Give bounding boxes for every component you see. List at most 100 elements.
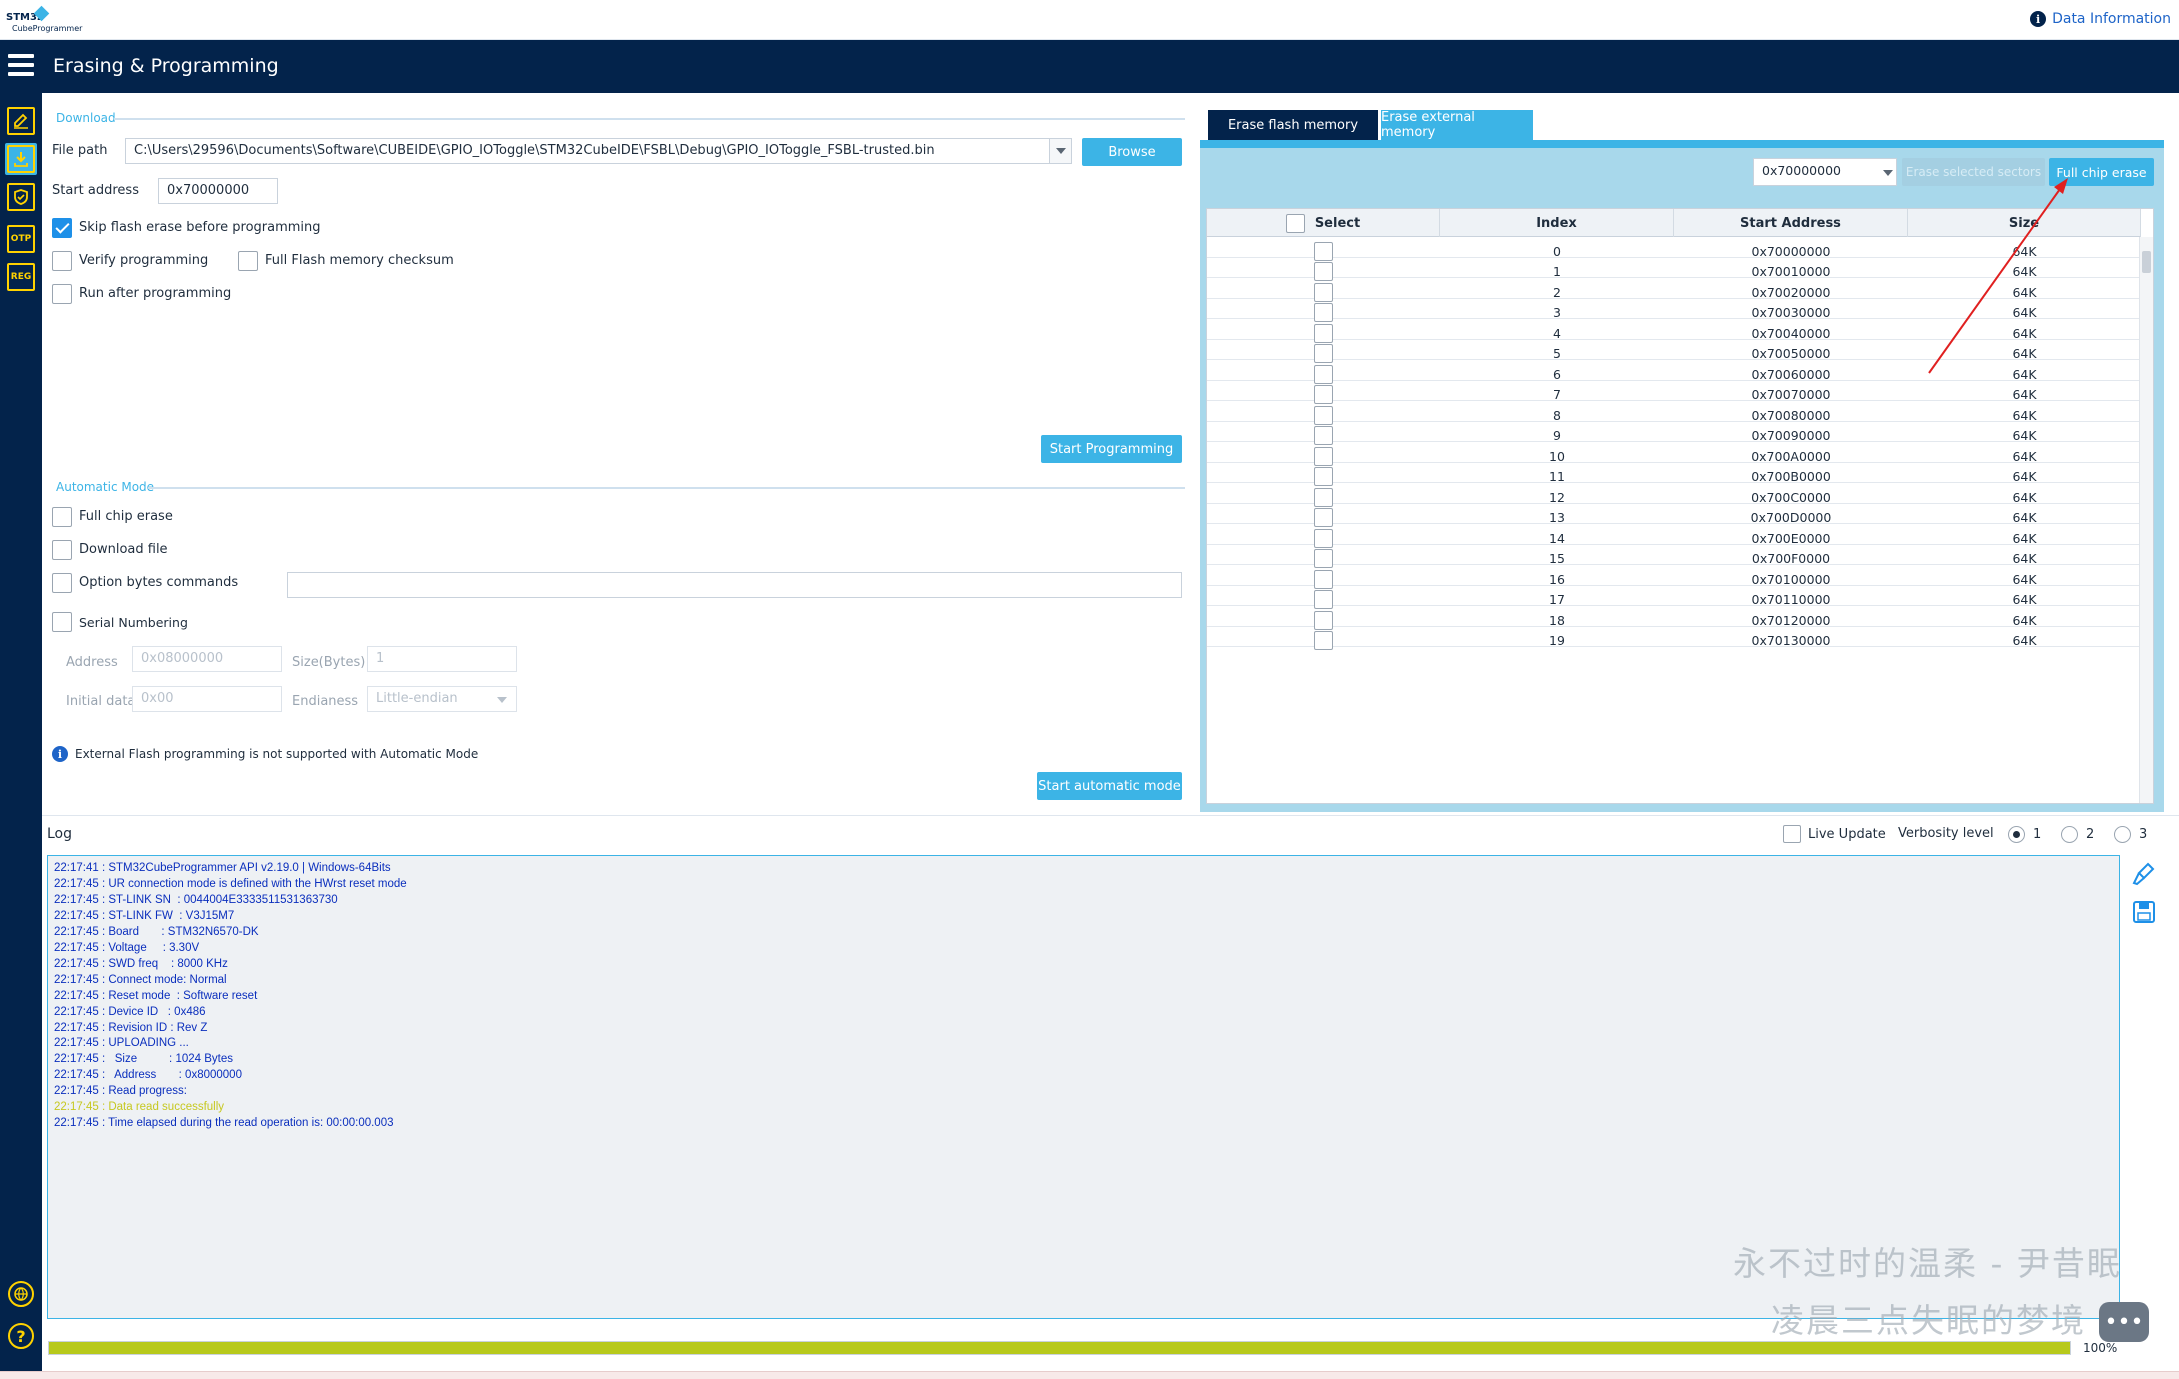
sectors-table: Select Index Start Address Size 0 0x70000… <box>1206 208 2154 804</box>
sidebar-item-memory-editing[interactable] <box>5 105 37 137</box>
table-scrollbar[interactable] <box>2139 237 2153 803</box>
run-after-programming-checkbox[interactable] <box>52 284 72 304</box>
table-row[interactable]: 14 0x700E0000 64K <box>1207 524 2141 548</box>
table-row[interactable]: 9 0x70090000 64K <box>1207 422 2141 445</box>
verbosity-radio-3[interactable] <box>2114 826 2131 843</box>
table-row[interactable]: 4 0x70040000 64K <box>1207 319 2141 343</box>
chevron-down-icon <box>1883 170 1893 176</box>
option-bytes-label: Option bytes commands <box>79 575 239 590</box>
start-address-input[interactable]: 0x70000000 <box>158 178 278 204</box>
serial-address-input[interactable]: 0x08000000 <box>132 646 282 672</box>
sidebar-item-erasing-programming[interactable] <box>5 143 37 175</box>
log-line: 22:17:45 : Data read successfully <box>54 1101 225 1114</box>
progress-bar <box>48 1341 2071 1355</box>
table-row[interactable]: 0 0x70000000 64K <box>1207 237 2141 261</box>
sidebar: OTP REG ? <box>0 93 42 1379</box>
scrollbar-thumb[interactable] <box>2142 251 2151 273</box>
file-path-dropdown[interactable] <box>1049 139 1071 163</box>
reg-icon: REG <box>7 263 35 291</box>
serial-numbering-label: Serial Numbering <box>79 615 188 630</box>
start-automatic-mode-button[interactable]: Start automatic mode <box>1037 772 1182 800</box>
globe-icon[interactable] <box>8 1281 34 1307</box>
info-icon: i <box>2030 11 2047 27</box>
initial-data-input[interactable]: 0x00 <box>132 686 282 712</box>
verbosity-radio-1[interactable] <box>2008 826 2025 843</box>
sidebar-item-reg[interactable]: REG <box>5 261 37 293</box>
table-row[interactable]: 5 0x70050000 64K <box>1207 340 2141 363</box>
column-header-size: Size <box>1908 209 2141 237</box>
table-row[interactable]: 2 0x70020000 64K <box>1207 278 2141 302</box>
browse-button[interactable]: Browse <box>1082 138 1182 166</box>
option-bytes-checkbox[interactable] <box>52 573 72 593</box>
endianess-select[interactable]: Little-endian <box>367 686 517 712</box>
download-file-checkbox[interactable] <box>52 540 72 560</box>
table-row[interactable]: 1 0x70010000 64K <box>1207 258 2141 281</box>
table-row[interactable]: 8 0x70080000 64K <box>1207 401 2141 425</box>
full-chip-erase-button[interactable]: Full chip erase <box>2049 158 2154 186</box>
table-row[interactable]: 16 0x70100000 64K <box>1207 565 2141 589</box>
help-icon[interactable]: ? <box>8 1323 34 1349</box>
erase-panel-body: 0x70000000 Erase selected sectors Full c… <box>1200 140 2164 812</box>
option-bytes-input[interactable] <box>287 572 1182 598</box>
live-update-label: Live Update <box>1808 827 1886 842</box>
sidebar-item-otp[interactable]: OTP <box>5 223 37 255</box>
table-row[interactable]: 13 0x700D0000 64K <box>1207 504 2141 527</box>
verify-programming-checkbox[interactable] <box>52 251 72 271</box>
file-path-label: File path <box>52 143 108 158</box>
status-strip <box>0 1371 2179 1379</box>
serial-size-input[interactable]: 1 <box>367 646 517 672</box>
log-line: 22:17:45 : UR connection mode is defined… <box>54 877 407 890</box>
file-path-input[interactable]: C:\Users\29596\Documents\Software\CUBEID… <box>125 138 1072 164</box>
endianess-label: Endianess <box>292 694 359 709</box>
skip-flash-erase-checkbox[interactable] <box>52 218 72 238</box>
full-flash-checksum-checkbox[interactable] <box>238 251 258 271</box>
table-row[interactable]: 19 0x70130000 64K <box>1207 627 2141 650</box>
address-select[interactable]: 0x70000000 <box>1753 158 1897 186</box>
data-information-link[interactable]: i Data Information <box>2030 11 2171 27</box>
log-line: 22:17:45 : Device ID : 0x486 <box>54 1005 206 1018</box>
log-line: 22:17:45 : ST-LINK SN : 0044004E33335115… <box>54 893 338 906</box>
table-row[interactable]: 11 0x700B0000 64K <box>1207 463 2141 486</box>
table-row[interactable]: 18 0x70120000 64K <box>1207 606 2141 630</box>
table-row[interactable]: 15 0x700F0000 64K <box>1207 545 2141 568</box>
download-icon <box>7 145 35 173</box>
log-line: 22:17:45 : Time elapsed during the read … <box>54 1117 394 1130</box>
table-row[interactable]: 3 0x70030000 64K <box>1207 299 2141 322</box>
serial-size-label: Size(Bytes) <box>292 655 366 670</box>
sidebar-item-security[interactable] <box>5 181 37 213</box>
table-row[interactable]: 12 0x700C0000 64K <box>1207 483 2141 507</box>
menu-icon[interactable] <box>8 54 34 76</box>
data-information-label: Data Information <box>2052 11 2171 27</box>
erase-selected-sectors-button[interactable]: Erase selected sectors <box>1902 158 2045 186</box>
save-log-icon[interactable] <box>2131 899 2157 925</box>
log-line: 22:17:45 : UPLOADING ... <box>54 1037 189 1050</box>
serial-numbering-checkbox[interactable] <box>52 612 72 632</box>
table-row[interactable]: 7 0x70070000 64K <box>1207 381 2141 404</box>
watermark-text: 永不过时的温柔 - 尹昔眠 <box>1733 1244 2122 1283</box>
table-row[interactable]: 6 0x70060000 64K <box>1207 360 2141 384</box>
page-title: Erasing & Programming <box>53 55 279 77</box>
verbosity-option-3: 3 <box>2139 827 2148 842</box>
table-row[interactable]: 10 0x700A0000 64K <box>1207 442 2141 466</box>
start-address-label: Start address <box>52 183 139 198</box>
sector-checkbox[interactable] <box>1314 631 1333 650</box>
watermark-text: 凌晨三点失眠的梦境 <box>1771 1301 2086 1340</box>
start-programming-button[interactable]: Start Programming <box>1041 435 1182 463</box>
select-all-checkbox[interactable] <box>1285 213 1305 233</box>
chat-icon[interactable]: ••• <box>2099 1302 2149 1342</box>
live-update-checkbox[interactable] <box>1783 825 1801 843</box>
log-line: 22:17:45 : Revision ID : Rev Z <box>54 1021 208 1034</box>
clear-log-icon[interactable] <box>2131 861 2157 887</box>
section-divider <box>148 487 1185 489</box>
download-file-label: Download file <box>79 542 168 557</box>
verbosity-radio-2[interactable] <box>2061 826 2078 843</box>
log-title: Log <box>47 826 73 842</box>
tab-erase-external-memory[interactable]: Erase external memory <box>1381 110 1533 140</box>
chevron-down-icon <box>1056 148 1066 154</box>
auto-full-chip-erase-checkbox[interactable] <box>52 507 72 527</box>
log-line: 22:17:41 : STM32CubeProgrammer API v2.19… <box>54 862 391 874</box>
verify-programming-label: Verify programming <box>79 253 209 268</box>
table-row[interactable]: 17 0x70110000 64K <box>1207 586 2141 609</box>
tab-erase-flash-memory[interactable]: Erase flash memory <box>1208 110 1378 140</box>
size-cell: 64K <box>2012 633 2037 648</box>
